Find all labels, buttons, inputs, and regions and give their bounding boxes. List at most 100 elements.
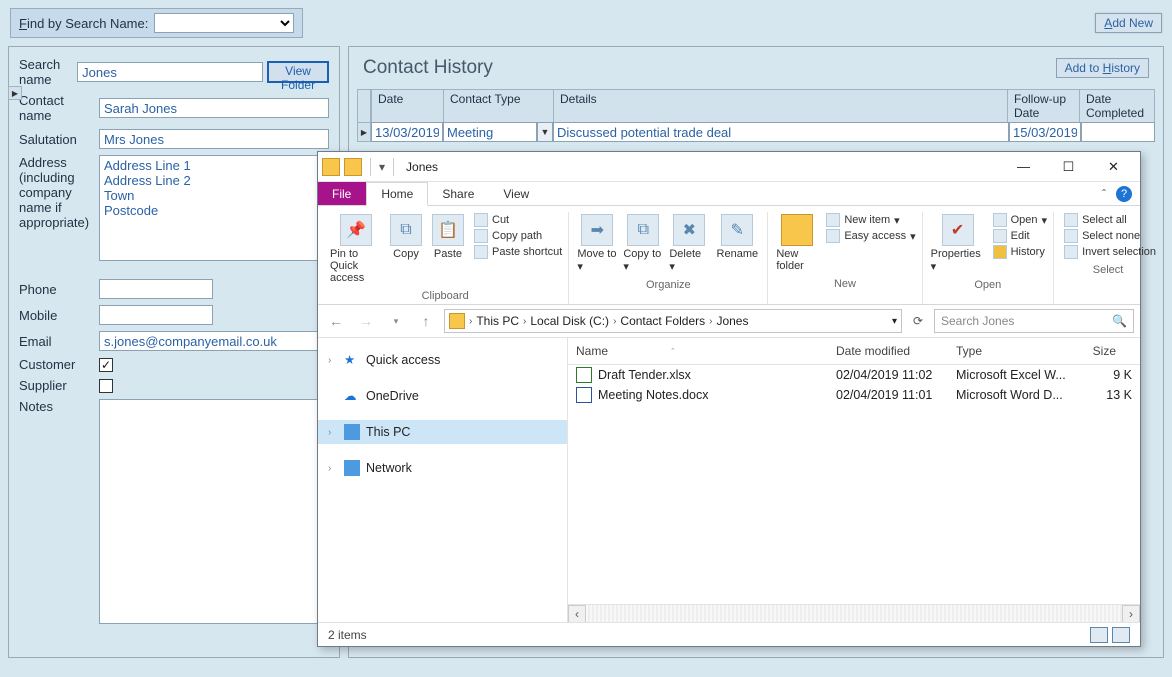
nav-network[interactable]: ›Network — [318, 456, 567, 480]
ribbon-collapse-icon[interactable]: ˆ — [1102, 187, 1106, 201]
history-row: ▼ — [371, 122, 1155, 142]
add-new-button[interactable]: Add New — [1095, 13, 1162, 33]
file-row[interactable]: Meeting Notes.docx 02/04/2019 11:01 Micr… — [568, 385, 1140, 405]
find-by-search-dropdown[interactable] — [154, 13, 294, 33]
history-col-contact-type[interactable]: Contact Type — [444, 90, 554, 122]
rename-button[interactable]: ✎Rename — [713, 212, 761, 262]
rename-icon: ✎ — [721, 214, 753, 246]
breadcrumb-segment[interactable]: Contact Folders — [620, 314, 705, 328]
tab-home[interactable]: Home — [366, 182, 428, 206]
organize-group-label: Organize — [646, 275, 691, 293]
easy-access-button[interactable]: Easy access ▾ — [826, 228, 915, 244]
col-name[interactable]: Name ˆ — [568, 342, 828, 360]
history-col-followup[interactable]: Follow-up Date — [1008, 90, 1080, 122]
new-folder-button[interactable]: New folder — [774, 212, 820, 274]
supplier-checkbox[interactable] — [99, 379, 113, 393]
scroll-left-icon[interactable]: ‹ — [568, 605, 586, 622]
history-header-selector[interactable] — [357, 89, 371, 122]
edit-button[interactable]: Edit — [993, 228, 1047, 244]
paste-shortcut-button[interactable]: Paste shortcut — [474, 244, 562, 260]
search-name-input[interactable] — [77, 62, 263, 82]
file-date: 02/04/2019 11:01 — [836, 388, 956, 402]
record-selector-icon[interactable] — [8, 86, 22, 100]
nav-back-button[interactable]: ← — [324, 309, 348, 333]
close-button[interactable]: ✕ — [1091, 153, 1136, 181]
nav-quick-access[interactable]: ›★Quick access — [318, 348, 567, 372]
explorer-search-input[interactable]: Search Jones 🔍 — [934, 309, 1134, 333]
explorer-titlebar[interactable]: ▾ Jones — ☐ ✕ — [318, 152, 1140, 182]
add-to-history-button[interactable]: Add to History — [1056, 58, 1149, 78]
maximize-button[interactable]: ☐ — [1046, 153, 1091, 181]
pin-quick-access-button[interactable]: 📌Pin to Quick access — [328, 212, 384, 286]
address-textarea[interactable]: Address Line 1 Address Line 2 Town Postc… — [99, 155, 329, 261]
large-icons-view-icon[interactable] — [1112, 627, 1130, 643]
tab-view[interactable]: View — [489, 182, 544, 205]
history-date-input[interactable] — [371, 122, 443, 142]
history-col-date[interactable]: Date — [372, 90, 444, 122]
email-input[interactable] — [99, 331, 329, 351]
history-followup-input[interactable] — [1009, 122, 1081, 142]
tab-share[interactable]: Share — [428, 182, 489, 205]
nav-onedrive[interactable]: ☁OneDrive — [318, 384, 567, 408]
nav-up-button[interactable]: ↑ — [414, 309, 438, 333]
col-date-modified[interactable]: Date modified — [828, 342, 948, 360]
phone-input[interactable] — [99, 279, 213, 299]
breadcrumb-segment[interactable]: Local Disk (C:) — [530, 314, 609, 328]
cut-button[interactable]: Cut — [474, 212, 562, 228]
history-col-details[interactable]: Details — [554, 90, 1008, 122]
breadcrumb-segment[interactable]: This PC — [476, 314, 519, 328]
invert-selection-button[interactable]: Invert selection — [1064, 244, 1156, 260]
file-type: Microsoft Word D... — [956, 388, 1076, 402]
copy-button[interactable]: ⧉Copy — [386, 212, 426, 262]
easy-access-icon — [826, 229, 840, 243]
help-icon[interactable]: ? — [1116, 186, 1132, 202]
history-col-date-completed[interactable]: Date Completed — [1080, 90, 1154, 122]
breadcrumb-segment[interactable]: Jones — [716, 314, 748, 328]
nav-this-pc[interactable]: ›This PC — [318, 420, 567, 444]
select-none-button[interactable]: Select none — [1064, 228, 1156, 244]
network-icon — [344, 460, 360, 476]
new-item-button[interactable]: New item ▾ — [826, 212, 915, 228]
open-group-label: Open — [974, 275, 1001, 293]
dropdown-icon[interactable]: ▼ — [537, 122, 553, 142]
delete-button[interactable]: ✖Delete ▾ — [667, 212, 711, 275]
breadcrumb[interactable]: › This PC› Local Disk (C:)› Contact Fold… — [444, 309, 902, 333]
refresh-button[interactable]: ⟳ — [908, 311, 928, 331]
copyto-icon: ⧉ — [627, 214, 659, 246]
copy-path-button[interactable]: Copy path — [474, 228, 562, 244]
qat-dropdown-icon[interactable]: ▾ — [379, 160, 385, 174]
file-row[interactable]: Draft Tender.xlsx 02/04/2019 11:02 Micro… — [568, 365, 1140, 385]
properties-button[interactable]: ✔Properties ▾ — [929, 212, 987, 275]
view-folder-button[interactable]: View Folder — [267, 61, 329, 83]
mobile-input[interactable] — [99, 305, 213, 325]
minimize-button[interactable]: — — [1001, 153, 1046, 181]
find-by-label: Find by Search Name: — [19, 16, 148, 31]
paste-button[interactable]: 📋Paste — [428, 212, 468, 262]
customer-checkbox[interactable] — [99, 358, 113, 372]
select-all-button[interactable]: Select all — [1064, 212, 1156, 228]
copy-to-button[interactable]: ⧉Copy to ▾ — [621, 212, 665, 275]
history-row-selector[interactable] — [357, 122, 371, 142]
col-type[interactable]: Type — [948, 342, 1068, 360]
history-button[interactable]: History — [993, 244, 1047, 260]
move-to-button[interactable]: ➡Move to ▾ — [575, 212, 619, 275]
history-details-input[interactable] — [553, 122, 1009, 142]
breadcrumb-dropdown-icon[interactable]: ▾ — [892, 316, 897, 327]
history-icon — [993, 245, 1007, 259]
tab-file[interactable]: File — [318, 182, 366, 205]
horizontal-scrollbar[interactable]: ‹ › — [568, 604, 1140, 622]
contact-name-input[interactable] — [99, 98, 329, 118]
cloud-icon: ☁ — [344, 388, 360, 404]
history-contact-type-input[interactable] — [443, 122, 537, 142]
excel-file-icon — [576, 367, 592, 383]
col-size[interactable]: Size — [1068, 342, 1124, 360]
nav-forward-button[interactable]: → — [354, 309, 378, 333]
nav-recent-dropdown[interactable]: ▾ — [384, 309, 408, 333]
scroll-right-icon[interactable]: › — [1122, 605, 1140, 622]
salutation-input[interactable] — [99, 129, 329, 149]
open-button[interactable]: Open ▾ — [993, 212, 1047, 228]
quick-access-folder-icon[interactable] — [344, 158, 362, 176]
notes-textarea[interactable] — [99, 399, 329, 624]
details-view-icon[interactable] — [1090, 627, 1108, 643]
history-date-completed-input[interactable] — [1081, 122, 1155, 142]
